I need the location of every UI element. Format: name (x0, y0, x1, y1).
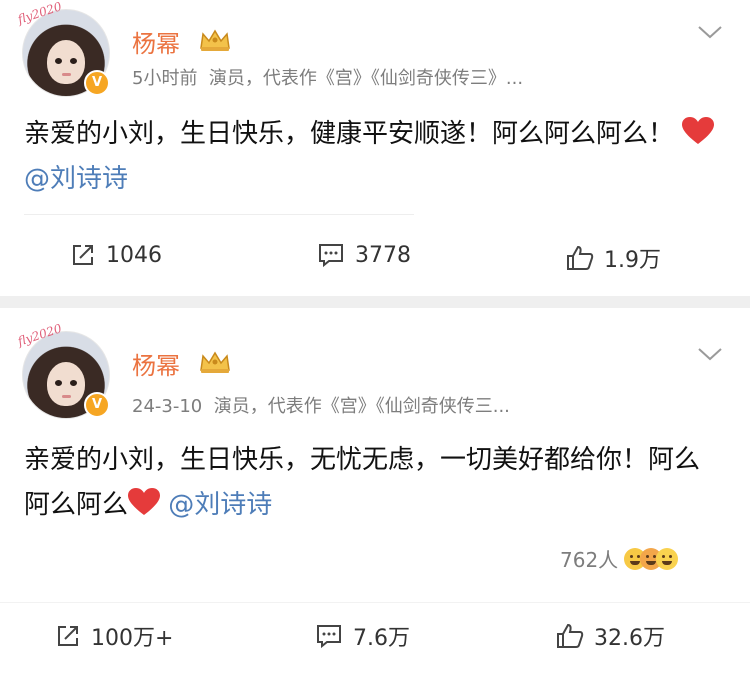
verified-badge-icon: V (84, 70, 110, 96)
comment-button[interactable]: 3778 (317, 242, 411, 268)
post-time: 24-3-10 (132, 396, 203, 417)
post-meta: 5小时前 演员，代表作《宫》《仙剑奇侠传三》... (132, 64, 523, 90)
post-time: 5小时前 (132, 68, 198, 89)
avatar-sticker: fly2020 (15, 321, 64, 349)
like-button[interactable]: 1.9万 (566, 242, 661, 274)
chevron-down-icon[interactable] (697, 24, 723, 40)
like-button[interactable]: 32.6万 (556, 620, 665, 652)
comment-count: 7.6万 (353, 626, 410, 651)
like-count: 32.6万 (594, 626, 665, 651)
comment-count: 3778 (355, 242, 411, 268)
like-icon (557, 623, 584, 648)
heart-icon (128, 488, 161, 515)
post-meta: 24-3-10 演员，代表作《宫》《仙剑奇侠传三... (132, 392, 510, 418)
divider (0, 602, 750, 603)
verified-badge-icon: V (84, 392, 110, 418)
crown-icon (200, 351, 230, 373)
surprised-emoji-icon (656, 547, 679, 570)
mention-link[interactable]: @刘诗诗 (168, 490, 272, 520)
mention-link[interactable]: @刘诗诗 (24, 164, 128, 194)
post-separator (0, 296, 750, 308)
comment-icon (319, 244, 343, 268)
username[interactable]: 杨幂 (132, 346, 180, 381)
repost-icon (73, 245, 93, 265)
post-content: 亲爱的小刘，生日快乐，健康平安顺遂！阿么阿么阿么！ @刘诗诗 (24, 112, 724, 202)
repost-icon (58, 626, 78, 646)
crown-icon (200, 29, 230, 51)
user-bio: 演员，代表作《宫》《仙剑奇侠传三... (213, 396, 510, 417)
chevron-down-icon[interactable] (697, 346, 723, 362)
avatar-sticker: fly2020 (15, 0, 64, 27)
repost-count: 100万+ (91, 626, 174, 651)
post-content: 亲爱的小刘，生日快乐，无忧无虑，一切美好都给你！阿么阿么阿么 @刘诗诗 (24, 438, 724, 528)
like-icon (567, 245, 594, 270)
repost-button[interactable]: 1046 (70, 242, 162, 268)
user-bio: 演员，代表作《宫》《仙剑奇侠传三》... (208, 68, 524, 89)
heart-icon (682, 117, 715, 144)
divider (24, 214, 414, 215)
weibo-post-2: fly2020 V 杨幂 24-3-10 演员，代表作《宫》《仙剑奇侠传三...… (0, 308, 750, 674)
username[interactable]: 杨幂 (132, 24, 180, 59)
repost-button[interactable]: 100万+ (55, 620, 173, 652)
comment-icon (317, 625, 341, 649)
comment-button[interactable]: 7.6万 (315, 620, 410, 652)
post-text: 亲爱的小刘，生日快乐，健康平安顺遂！阿么阿么阿么！ (24, 119, 675, 149)
reaction-summary[interactable]: 762人 (560, 544, 679, 573)
repost-count: 1046 (106, 242, 162, 268)
like-count: 1.9万 (604, 248, 661, 273)
post-text: 亲爱的小刘，生日快乐，无忧无虑，一切美好都给你！阿么阿么阿么 (24, 445, 701, 520)
weibo-post-1: fly2020 V 杨幂 5小时前 演员，代表作《宫》《仙剑奇侠传三》... 亲… (0, 0, 750, 296)
reaction-count: 762人 (560, 548, 619, 572)
